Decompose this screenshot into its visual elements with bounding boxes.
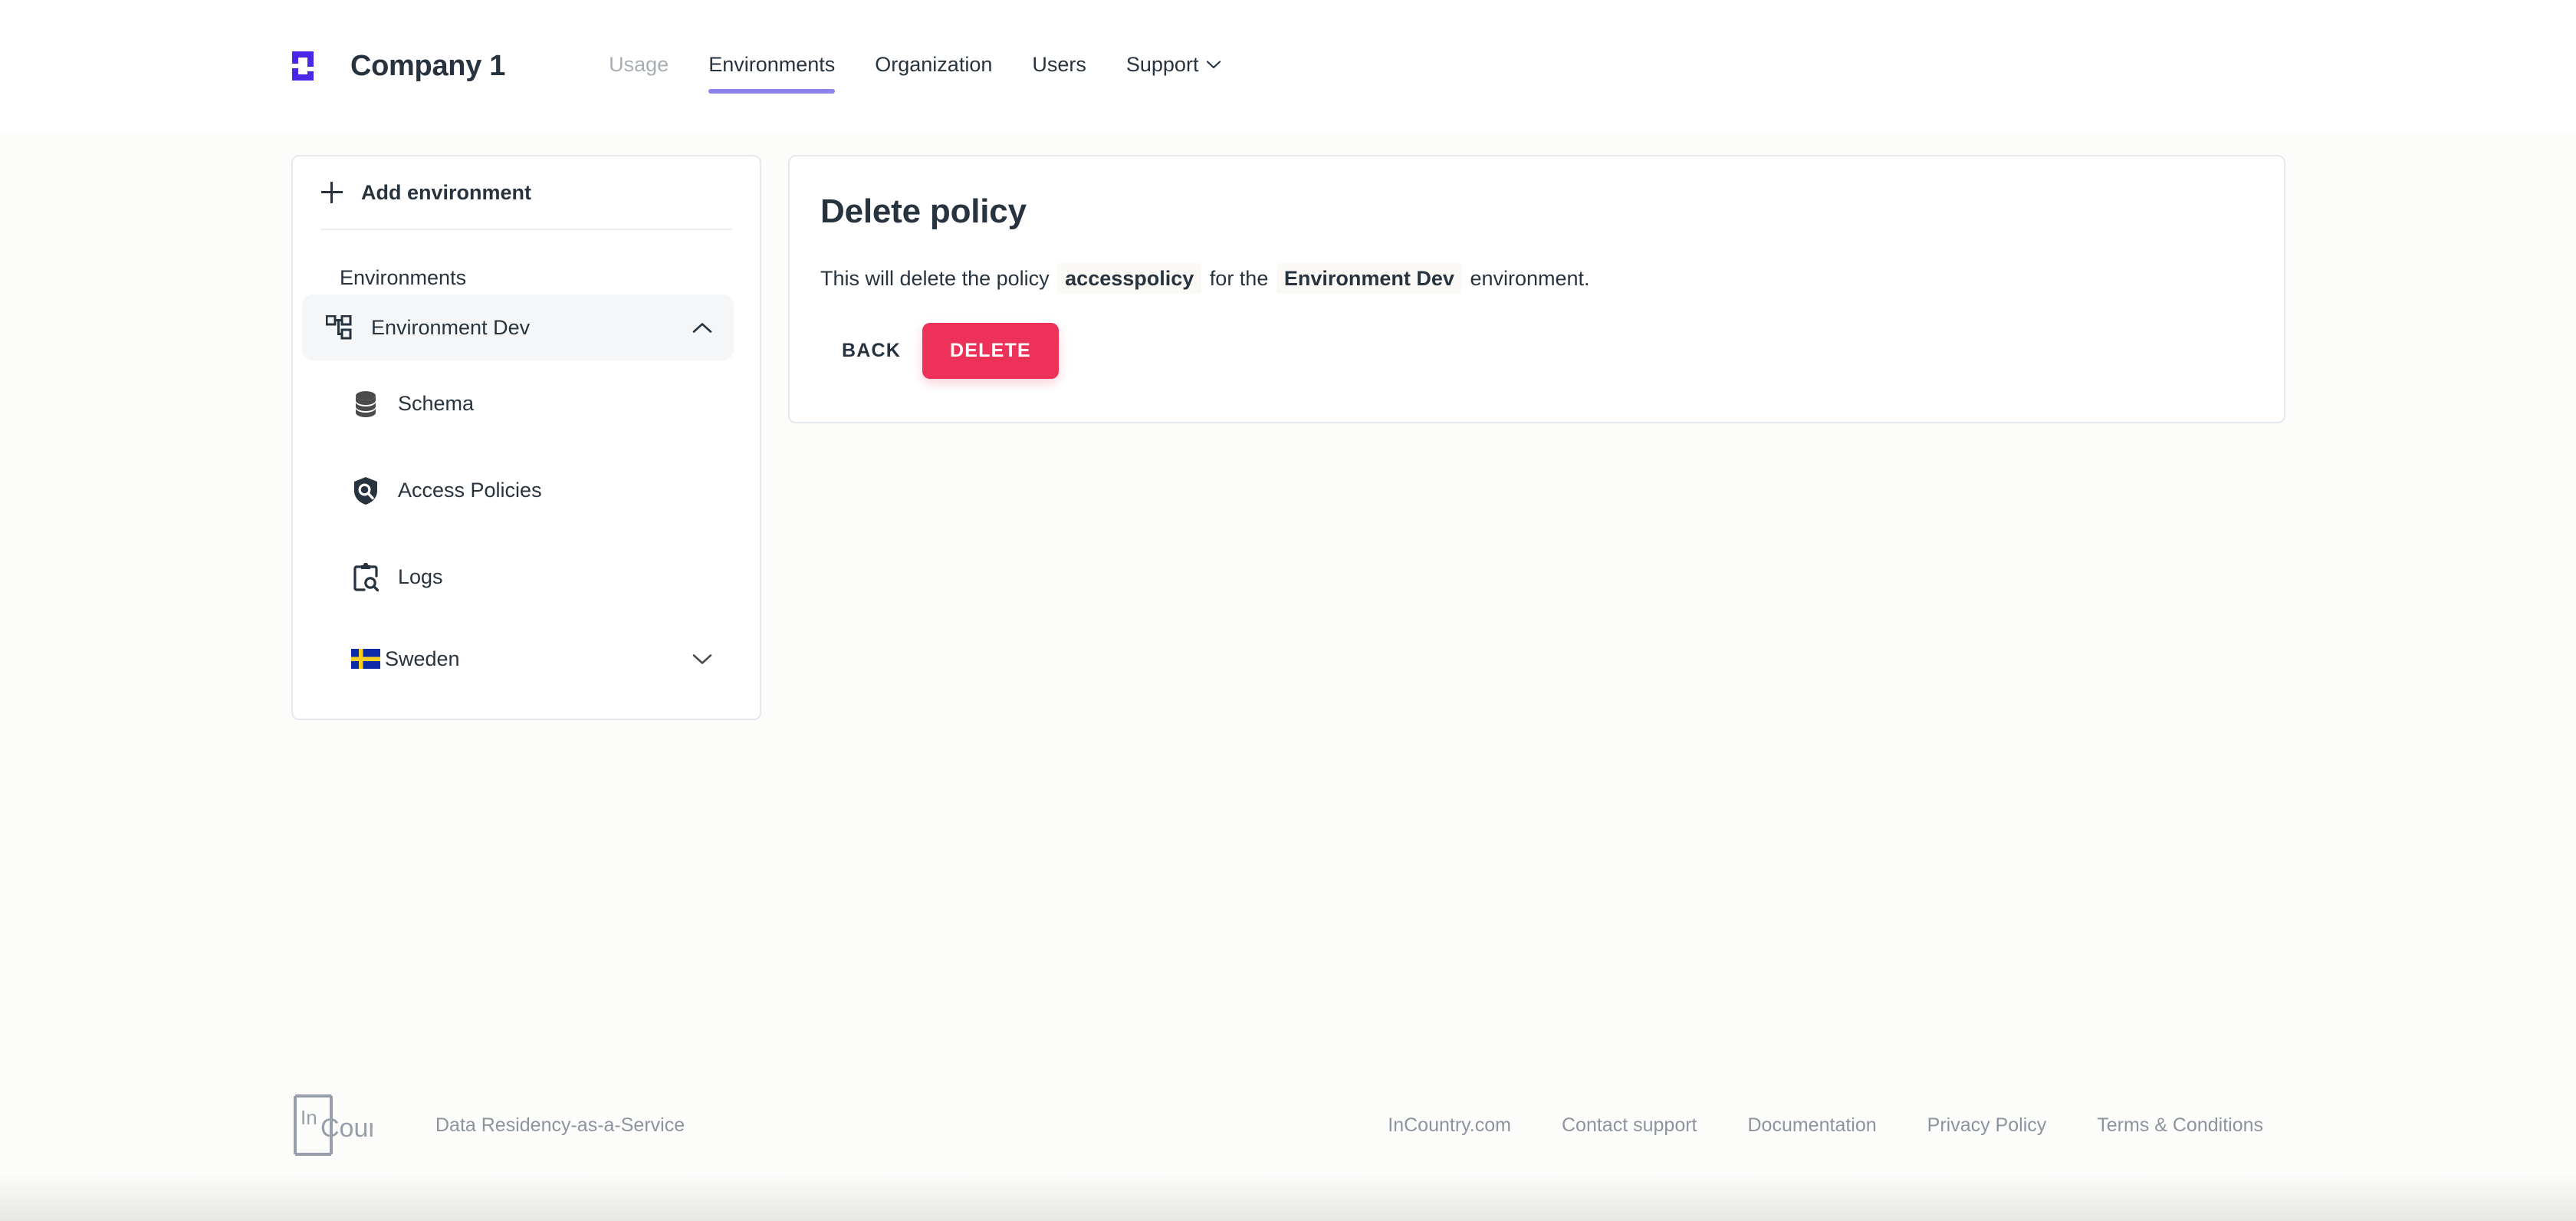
incountry-wordmark-logo-icon: In Country (293, 1094, 373, 1157)
sidebar-item-environment-dev[interactable]: Environment Dev (302, 295, 734, 360)
sidebar-item-environment-dev-label: Environment Dev (371, 316, 530, 340)
footer-link-documentation[interactable]: Documentation (1748, 1114, 1877, 1137)
sidebar-item-access-policies[interactable]: Access Policies (293, 447, 760, 534)
app-header: Company 1 Usage Environments Organizatio… (0, 0, 2576, 132)
footer-link-privacy-policy[interactable]: Privacy Policy (1927, 1114, 2047, 1137)
plus-icon (321, 182, 343, 203)
description-suffix: environment. (1470, 267, 1589, 290)
nav-item-organization[interactable]: Organization (875, 53, 992, 80)
footer-link-contact-support[interactable]: Contact support (1562, 1114, 1697, 1137)
delete-description: This will delete the policy accesspolicy… (820, 265, 2284, 294)
panel-actions: BACK DELETE (820, 323, 2284, 379)
hierarchy-icon (324, 312, 354, 343)
sidebar-item-sweden-label: Sweden (385, 647, 460, 671)
nav-item-users[interactable]: Users (1032, 53, 1086, 80)
environments-sidebar: Add environment Environments (291, 155, 761, 720)
page-title: Delete policy (820, 192, 2284, 232)
main-nav: Usage Environments Organization Users Su… (609, 53, 1221, 80)
chevron-down-icon[interactable] (692, 653, 712, 665)
svg-text:Country: Country (320, 1114, 373, 1143)
nav-item-environments[interactable]: Environments (708, 53, 835, 80)
database-icon (350, 389, 381, 420)
footer-link-incountry-com[interactable]: InCountry.com (1388, 1114, 1511, 1137)
sidebar-item-schema-label: Schema (398, 392, 474, 416)
footer-links: InCountry.com Contact support Documentat… (1388, 1114, 2263, 1137)
footer-tagline: Data Residency-as-a-Service (435, 1114, 685, 1137)
sidebar-item-access-policies-label: Access Policies (398, 479, 542, 502)
sidebar-item-logs-label: Logs (398, 565, 443, 589)
incountry-bracket-logo-icon (289, 48, 324, 84)
delete-policy-panel: Delete policy This will delete the polic… (788, 155, 2285, 423)
app-footer: In Country Data Residency-as-a-Service I… (0, 1077, 2576, 1173)
environment-name-badge: Environment Dev (1276, 263, 1462, 294)
svg-text:In: In (301, 1106, 317, 1129)
sweden-flag-icon (351, 649, 380, 669)
app-root: Company 1 Usage Environments Organizatio… (0, 0, 2576, 1221)
sidebar-item-logs[interactable]: Logs (293, 534, 760, 620)
footer-link-terms-conditions[interactable]: Terms & Conditions (2097, 1114, 2263, 1137)
back-button[interactable]: BACK (820, 326, 922, 376)
description-prefix: This will delete the policy (820, 267, 1050, 290)
sidebar-section-title: Environments (293, 230, 760, 295)
footer-brand: In Country Data Residency-as-a-Service (293, 1094, 685, 1157)
content-area: Add environment Environments (0, 132, 2576, 720)
nav-item-support-label: Support (1126, 53, 1199, 77)
add-environment-label: Add environment (361, 181, 531, 205)
shield-search-icon (350, 476, 381, 506)
clipboard-search-icon (350, 562, 381, 593)
delete-button[interactable]: DELETE (922, 323, 1059, 379)
brand[interactable]: Company 1 (289, 48, 505, 84)
add-environment-button[interactable]: Add environment (293, 156, 760, 229)
description-middle: for the (1210, 267, 1269, 290)
company-title: Company 1 (350, 50, 505, 83)
chevron-up-icon[interactable] (692, 322, 712, 334)
sidebar-item-sweden[interactable]: Sweden (302, 620, 734, 697)
nav-item-usage[interactable]: Usage (609, 53, 669, 80)
chevron-down-icon (1207, 61, 1221, 69)
nav-item-support[interactable]: Support (1126, 53, 1221, 80)
sidebar-item-schema[interactable]: Schema (293, 360, 760, 447)
nav-item-environments-label: Environments (708, 53, 835, 77)
content-layout: Add environment Environments (0, 155, 2576, 720)
policy-name-badge: accesspolicy (1057, 263, 1201, 294)
